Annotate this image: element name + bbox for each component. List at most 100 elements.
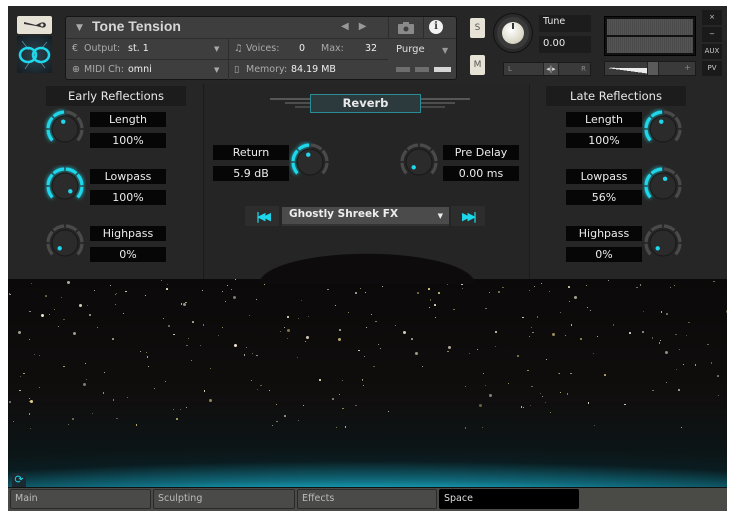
star xyxy=(590,309,592,311)
star xyxy=(477,348,478,350)
knob-ring-segment xyxy=(400,162,408,175)
knob-indicator xyxy=(662,176,668,181)
tab-main[interactable]: Main xyxy=(10,489,151,509)
camera-icon xyxy=(398,22,414,34)
knob-ring-segment xyxy=(65,224,78,232)
star xyxy=(256,388,259,391)
close-button[interactable]: × xyxy=(702,10,722,25)
purge-caret-icon[interactable]: ▼ xyxy=(442,46,448,55)
star xyxy=(534,286,536,288)
solo-button[interactable]: S xyxy=(470,18,485,38)
late-highpass-knob[interactable] xyxy=(642,222,684,264)
star xyxy=(279,330,282,333)
star xyxy=(464,385,466,387)
star xyxy=(202,324,205,326)
star xyxy=(675,333,677,336)
pre-delay-knob[interactable] xyxy=(398,141,440,183)
knob-ring-segment xyxy=(76,129,84,142)
star xyxy=(363,355,366,358)
early-length-value: 100% xyxy=(90,133,166,148)
star xyxy=(670,286,672,288)
star xyxy=(54,309,56,311)
star xyxy=(447,345,451,349)
late-lowpass-knob[interactable] xyxy=(642,165,684,207)
knob-indicator xyxy=(61,119,66,124)
star xyxy=(176,418,178,420)
star xyxy=(651,337,654,339)
midi-channel-value[interactable]: omni xyxy=(128,64,152,75)
star xyxy=(336,427,338,429)
info-icon[interactable]: i xyxy=(429,20,443,34)
knob-body xyxy=(296,148,324,176)
knob-body xyxy=(51,172,79,200)
output-value[interactable]: st. 1 xyxy=(128,43,149,54)
tune-value[interactable]: 0.00 xyxy=(539,36,591,53)
tune-knob[interactable] xyxy=(494,14,532,52)
star xyxy=(260,384,262,387)
knob-ring-segment xyxy=(674,173,682,186)
star xyxy=(608,279,610,281)
tab-sculpting[interactable]: Sculpting xyxy=(153,489,295,509)
knob-body xyxy=(405,148,433,176)
star xyxy=(717,394,720,397)
star xyxy=(355,292,357,294)
tab-effects[interactable]: Effects xyxy=(297,489,437,509)
instrument-nav-arrows[interactable]: ◀▶ xyxy=(341,21,376,32)
star xyxy=(89,314,91,316)
midi-dropdown-caret-icon[interactable]: ▼ xyxy=(214,66,219,74)
snapshot-button[interactable] xyxy=(388,17,424,39)
output-dropdown-caret-icon[interactable]: ▼ xyxy=(214,45,219,53)
preset-dropdown[interactable]: Ghostly Shreek FX ▼ xyxy=(282,207,449,226)
return-value: 5.9 dB xyxy=(213,166,289,181)
star xyxy=(438,292,440,294)
reload-icon[interactable]: ⟳ xyxy=(12,473,26,487)
volume-slider[interactable]: − + xyxy=(604,61,696,76)
star xyxy=(498,291,500,293)
early-highpass-knob[interactable] xyxy=(44,222,86,264)
pv-button[interactable]: PV xyxy=(702,61,722,76)
star xyxy=(580,338,582,340)
early-length-knob[interactable] xyxy=(44,108,86,150)
star xyxy=(250,380,252,382)
max-voices-value[interactable]: 32 xyxy=(365,43,377,54)
early-reflections-section: Early Reflections Length 100% Lowpass 10… xyxy=(8,84,204,279)
tab-space[interactable]: Space xyxy=(439,489,579,509)
star xyxy=(122,313,124,315)
instrument-menu-caret-icon[interactable]: ▼ xyxy=(76,23,83,33)
return-knob[interactable] xyxy=(289,141,331,183)
early-highpass-value: 0% xyxy=(90,247,166,262)
aux-button[interactable]: AUX xyxy=(702,44,722,59)
knob-ring-segment xyxy=(674,186,682,199)
star xyxy=(587,306,589,308)
star xyxy=(652,389,654,392)
star xyxy=(347,311,350,314)
star xyxy=(549,411,552,414)
purge-indicator xyxy=(396,67,451,72)
star xyxy=(221,327,223,329)
minimize-button[interactable]: − xyxy=(702,27,722,42)
pan-handle[interactable]: ◂|▸ xyxy=(543,63,559,75)
knob-ring-segment xyxy=(76,116,84,129)
star xyxy=(63,365,65,368)
star xyxy=(33,353,35,355)
volume-handle[interactable] xyxy=(647,62,659,75)
star xyxy=(29,310,31,313)
purge-menu[interactable]: Purge xyxy=(396,44,425,55)
mute-button[interactable]: M xyxy=(470,55,485,75)
star xyxy=(202,289,204,291)
late-length-knob[interactable] xyxy=(642,108,684,150)
star xyxy=(495,331,497,333)
star xyxy=(565,334,567,336)
knob-ring-segment xyxy=(65,110,78,118)
edit-instrument-button[interactable] xyxy=(17,16,52,34)
next-preset-button[interactable]: ▶▶| xyxy=(451,206,485,226)
previous-preset-button[interactable]: |◀◀ xyxy=(245,206,279,226)
star xyxy=(93,290,95,292)
pan-slider[interactable]: L ◂|▸ R xyxy=(503,62,591,76)
star xyxy=(552,332,556,336)
instrument-title[interactable]: Tone Tension xyxy=(92,18,181,34)
early-lowpass-knob[interactable] xyxy=(44,165,86,207)
star xyxy=(528,290,530,291)
star xyxy=(559,392,561,394)
star xyxy=(344,426,347,428)
